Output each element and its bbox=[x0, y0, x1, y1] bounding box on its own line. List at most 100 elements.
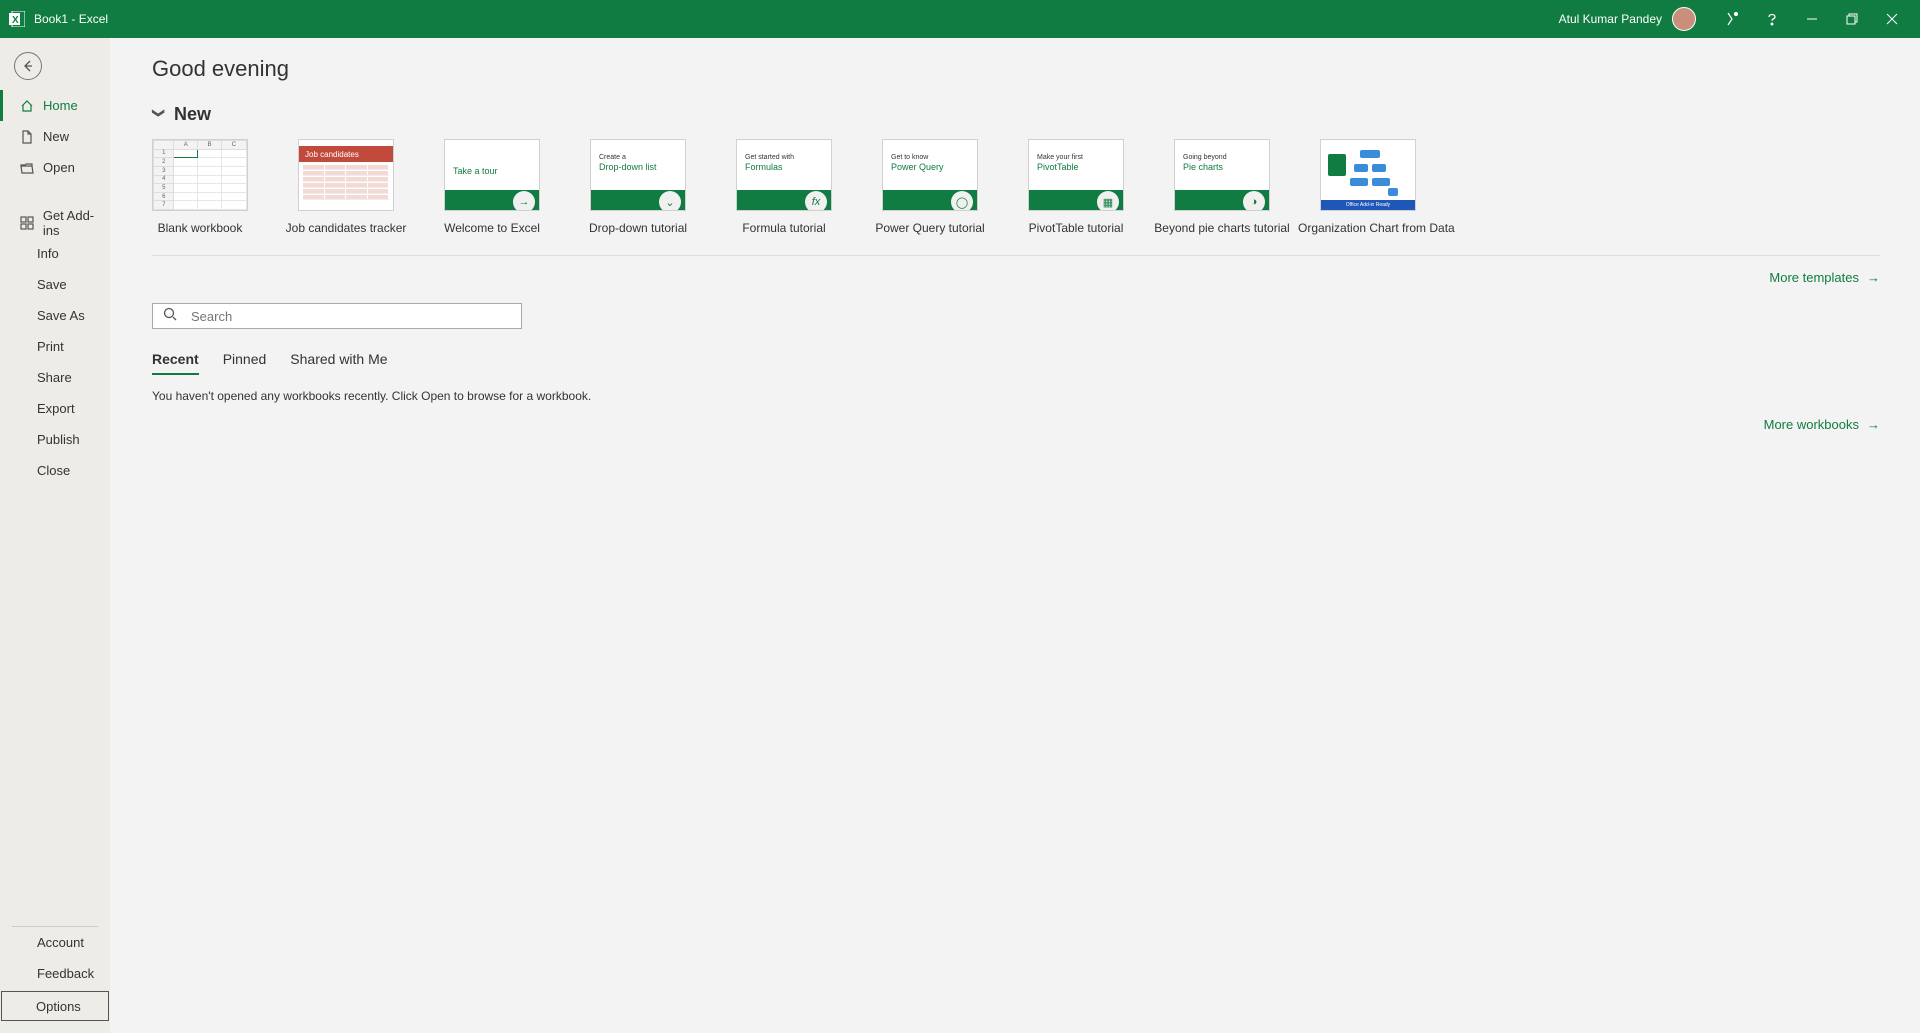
search-input[interactable] bbox=[191, 309, 511, 324]
tab-recent[interactable]: Recent bbox=[152, 351, 199, 375]
sidebar-item-saveas[interactable]: Save As bbox=[0, 300, 110, 331]
folder-open-icon bbox=[19, 161, 35, 175]
thumb-subtext: Going beyond bbox=[1183, 154, 1227, 161]
section-new-header[interactable]: ❯ New bbox=[152, 104, 1880, 125]
sidebar-item-label: Share bbox=[37, 370, 72, 385]
sidebar-item-label: Open bbox=[43, 160, 75, 175]
recent-empty-message: You haven't opened any workbooks recentl… bbox=[152, 389, 1880, 403]
sidebar-item-account[interactable]: Account bbox=[0, 927, 110, 958]
close-icon[interactable] bbox=[1872, 0, 1912, 38]
thumb-title: Job candidates bbox=[299, 146, 393, 162]
user-name[interactable]: Atul Kumar Pandey bbox=[1559, 12, 1662, 26]
thumb-title: Formulas bbox=[745, 162, 783, 172]
help-icon[interactable] bbox=[1752, 0, 1792, 38]
sidebar-item-new[interactable]: New bbox=[0, 121, 110, 152]
workbook-tabs: Recent Pinned Shared with Me bbox=[152, 351, 1880, 375]
sidebar-item-label: Feedback bbox=[37, 966, 94, 981]
template-label: Organization Chart from Data bbox=[1298, 221, 1438, 235]
sidebar-item-label: Save bbox=[37, 277, 67, 292]
sidebar-item-label: Print bbox=[37, 339, 64, 354]
greeting: Good evening bbox=[152, 56, 1880, 82]
template-blank-workbook[interactable]: ABC 1 2 3 4 5 6 7 Blank workbook bbox=[152, 139, 248, 235]
link-label: More templates bbox=[1769, 270, 1859, 285]
template-thumb: Create a Drop-down list ⌄ bbox=[590, 139, 686, 211]
link-label: More workbooks bbox=[1764, 417, 1859, 432]
minimize-icon[interactable] bbox=[1792, 0, 1832, 38]
thumb-subtext: Get started with bbox=[745, 154, 794, 161]
avatar[interactable] bbox=[1672, 7, 1696, 31]
arrow-right-icon: → bbox=[1867, 270, 1880, 285]
sidebar-item-label: Account bbox=[37, 935, 84, 950]
search-box[interactable] bbox=[152, 303, 522, 329]
template-power-query[interactable]: Get to know Power Query ◯ Power Query tu… bbox=[882, 139, 978, 235]
sidebar-item-home[interactable]: Home bbox=[0, 90, 110, 121]
arrow-right-icon: → bbox=[1867, 417, 1880, 432]
template-thumb: Get to know Power Query ◯ bbox=[882, 139, 978, 211]
formula-icon: fx bbox=[805, 191, 827, 211]
template-thumb: Make your first PivotTable ▦ bbox=[1028, 139, 1124, 211]
pie-chart-icon: ◑ bbox=[1243, 191, 1265, 211]
more-workbooks-link[interactable]: More workbooks → bbox=[152, 403, 1880, 446]
template-label: Formula tutorial bbox=[742, 221, 825, 235]
coming-soon-icon[interactable] bbox=[1712, 0, 1752, 38]
sidebar-item-label: Close bbox=[37, 463, 70, 478]
template-org-chart[interactable]: Office Add-in Ready Organization Chart f… bbox=[1320, 139, 1416, 235]
template-pivottable[interactable]: Make your first PivotTable ▦ PivotTable … bbox=[1028, 139, 1124, 235]
template-thumb: Get started with Formulas fx bbox=[736, 139, 832, 211]
template-thumb: Office Add-in Ready bbox=[1320, 139, 1416, 211]
svg-text:X: X bbox=[12, 15, 19, 26]
chevron-down-icon: ❯ bbox=[152, 108, 166, 122]
sidebar-item-label: Options bbox=[36, 999, 81, 1014]
template-thumb: Take a tour → bbox=[444, 139, 540, 211]
excel-icon: X bbox=[8, 10, 26, 28]
pivottable-icon: ▦ bbox=[1097, 191, 1119, 211]
template-label: Job candidates tracker bbox=[286, 221, 407, 235]
back-button[interactable] bbox=[14, 52, 42, 80]
search-icon bbox=[163, 307, 177, 326]
sidebar-item-label: Save As bbox=[37, 308, 85, 323]
sidebar-item-share[interactable]: Share bbox=[0, 362, 110, 393]
sidebar-item-addins[interactable]: Get Add-ins bbox=[0, 207, 110, 238]
thumb-subtext: Create a bbox=[599, 154, 626, 161]
sidebar-item-feedback[interactable]: Feedback bbox=[0, 958, 110, 989]
sidebar-item-label: Info bbox=[37, 246, 59, 261]
template-thumb: Going beyond Pie charts ◑ bbox=[1174, 139, 1270, 211]
file-icon bbox=[19, 130, 35, 144]
sidebar-item-save[interactable]: Save bbox=[0, 269, 110, 300]
sidebar-item-options[interactable]: Options bbox=[1, 991, 109, 1021]
template-label: PivotTable tutorial bbox=[1029, 221, 1124, 235]
template-pie-charts[interactable]: Going beyond Pie charts ◑ Beyond pie cha… bbox=[1174, 139, 1270, 235]
backstage-sidebar: Home New Open Get Add-ins Info Save Save… bbox=[0, 38, 110, 1033]
sidebar-item-label: Export bbox=[37, 401, 75, 416]
sidebar-item-publish[interactable]: Publish bbox=[0, 424, 110, 455]
section-title: New bbox=[174, 104, 211, 125]
addins-icon bbox=[19, 216, 35, 230]
sidebar-item-info[interactable]: Info bbox=[0, 238, 110, 269]
sidebar-item-export[interactable]: Export bbox=[0, 393, 110, 424]
template-thumb: ABC 1 2 3 4 5 6 7 bbox=[152, 139, 248, 211]
thumb-title: Pie charts bbox=[1183, 162, 1223, 172]
template-job-candidates[interactable]: Job candidates Job candidates tracker bbox=[298, 139, 394, 235]
template-label: Drop-down tutorial bbox=[589, 221, 687, 235]
sidebar-item-print[interactable]: Print bbox=[0, 331, 110, 362]
arrow-right-icon: → bbox=[513, 191, 535, 211]
template-formula[interactable]: Get started with Formulas fx Formula tut… bbox=[736, 139, 832, 235]
restore-icon[interactable] bbox=[1832, 0, 1872, 38]
template-welcome[interactable]: Take a tour → Welcome to Excel bbox=[444, 139, 540, 235]
power-query-icon: ◯ bbox=[951, 191, 973, 211]
template-thumb: Job candidates bbox=[298, 139, 394, 211]
tab-pinned[interactable]: Pinned bbox=[223, 351, 267, 375]
template-dropdown[interactable]: Create a Drop-down list ⌄ Drop-down tuto… bbox=[590, 139, 686, 235]
thumb-title: Drop-down list bbox=[599, 162, 657, 172]
thumb-text: Take a tour bbox=[453, 166, 498, 176]
sidebar-item-close[interactable]: Close bbox=[0, 455, 110, 486]
thumb-band: Office Add-in Ready bbox=[1321, 200, 1415, 210]
more-templates-link[interactable]: More templates → bbox=[152, 256, 1880, 299]
home-icon bbox=[19, 99, 35, 113]
thumb-subtext: Make your first bbox=[1037, 154, 1083, 161]
tab-shared[interactable]: Shared with Me bbox=[290, 351, 387, 375]
sidebar-item-label: New bbox=[43, 129, 69, 144]
main-content: Good evening ❯ New ABC 1 2 3 4 5 bbox=[110, 38, 1920, 1033]
sidebar-item-label: Publish bbox=[37, 432, 80, 447]
sidebar-item-open[interactable]: Open bbox=[0, 152, 110, 183]
